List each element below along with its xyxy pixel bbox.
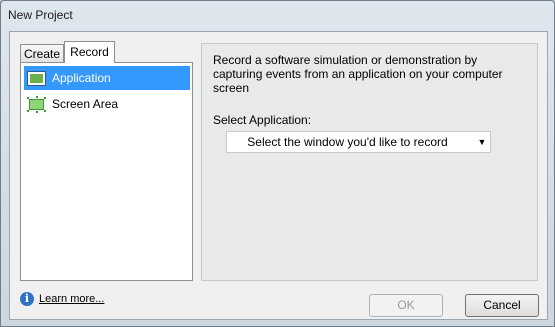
window-title: New Project bbox=[8, 8, 73, 22]
details-panel: Record a software simulation or demonstr… bbox=[201, 43, 538, 281]
application-dropdown[interactable]: Select the window you'd like to record ▼ bbox=[226, 131, 491, 153]
description-text: Record a software simulation or demonstr… bbox=[213, 53, 503, 95]
learn-more-area: i Learn more... bbox=[20, 292, 104, 306]
list-item-label: Screen Area bbox=[52, 97, 119, 111]
tab-create[interactable]: Create bbox=[20, 44, 64, 62]
info-icon: i bbox=[20, 292, 34, 306]
title-bar[interactable]: New Project bbox=[1, 1, 554, 31]
dialog-body: Create Record Application Screen Area Re… bbox=[9, 31, 548, 320]
new-project-dialog: New Project Create Record Application Sc… bbox=[0, 0, 555, 327]
learn-more-link[interactable]: Learn more... bbox=[39, 293, 104, 305]
dropdown-value: Select the window you'd like to record bbox=[247, 135, 448, 149]
list-item-application[interactable]: Application bbox=[24, 66, 190, 90]
select-application-label: Select Application: bbox=[213, 113, 312, 127]
chevron-down-icon: ▼ bbox=[477, 137, 487, 147]
cancel-button[interactable]: Cancel bbox=[465, 294, 539, 317]
application-window-icon bbox=[27, 70, 46, 86]
recording-type-list: Application Screen Area bbox=[20, 62, 193, 281]
list-item-label: Application bbox=[52, 71, 111, 85]
list-item-screen-area[interactable]: Screen Area bbox=[24, 92, 190, 116]
tab-record[interactable]: Record bbox=[64, 41, 115, 63]
ok-button[interactable]: OK bbox=[369, 294, 443, 317]
screen-area-icon bbox=[27, 96, 46, 113]
